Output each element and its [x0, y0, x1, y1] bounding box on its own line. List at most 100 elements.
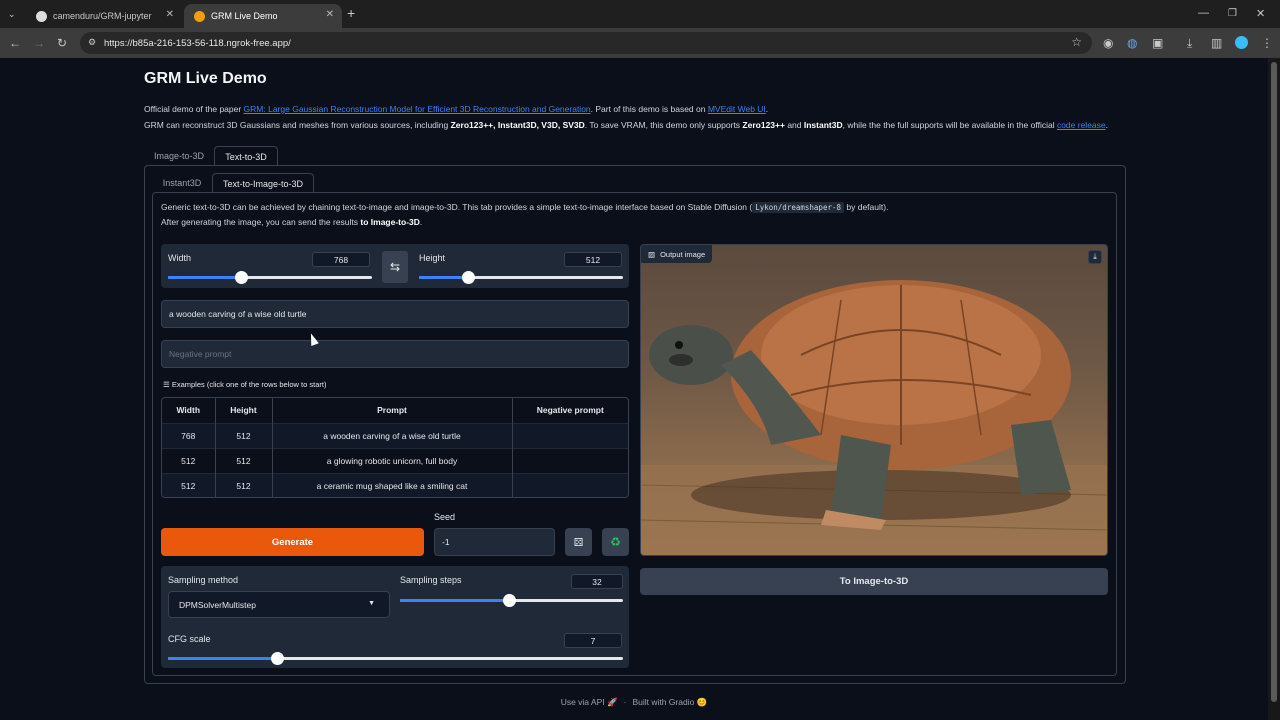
info-text: by default). [844, 202, 889, 212]
cfg-scale-slider[interactable] [168, 652, 623, 665]
table-cell: a wooden carving of a wise old turtle [272, 423, 513, 448]
desc-text: GRM can reconstruct 3D Gaussians and mes… [144, 120, 451, 130]
browser-tab-bar: ⌄ camenduru/GRM-jupyter ✕ GRM Live Demo … [0, 0, 1280, 28]
height-label: Height [419, 253, 446, 263]
table-row[interactable]: 768 512 a wooden carving of a wise old t… [162, 423, 628, 448]
examples-header-row: Width Height Prompt Negative prompt [162, 398, 628, 423]
scrollbar[interactable] [1268, 58, 1280, 720]
sidepanel-icon[interactable]: ▥ [1211, 37, 1222, 49]
table-cell: 512 [215, 473, 273, 497]
column-header: Height [215, 398, 273, 423]
tab-text-to-image-to-3d[interactable]: Text-to-Image-to-3D [212, 173, 314, 193]
seed-input[interactable]: -1 [434, 528, 555, 556]
height-slider-handle[interactable] [461, 271, 475, 284]
reload-icon[interactable]: ↻ [57, 37, 67, 49]
generate-button[interactable]: Generate [161, 528, 424, 556]
info-bold: to Image-to-3D [360, 217, 420, 227]
random-seed-button[interactable]: ⚄ [565, 528, 592, 556]
paper-link[interactable]: GRM: Large Gaussian Reconstruction Model… [244, 104, 591, 114]
new-tab-icon[interactable]: + [347, 6, 355, 20]
table-row[interactable]: 512 512 a glowing robotic unicorn, full … [162, 448, 628, 473]
table-cell: 768 [162, 423, 216, 448]
desc-bold: Instant3D [803, 120, 843, 130]
output-image-label: ▨ Output image [641, 245, 713, 263]
output-label-text: Output image [660, 249, 706, 259]
width-label: Width [168, 253, 192, 263]
site-info-icon[interactable]: ⚙ [88, 37, 96, 48]
table-cell: 512 [162, 473, 216, 497]
height-number-input[interactable]: 512 [564, 252, 622, 267]
rocket-icon: 🚀 [607, 697, 618, 707]
bookmark-star-icon[interactable]: ☆ [1071, 35, 1082, 49]
url-field[interactable]: ⚙ https://b85a-216-153-56-118.ngrok-free… [80, 32, 1092, 54]
width-slider[interactable] [168, 271, 372, 284]
close-tab-icon[interactable]: ✕ [326, 9, 334, 20]
cfg-scale-input[interactable]: 7 [564, 633, 622, 648]
model-code: Lykon/dreamshaper-8 [752, 202, 845, 213]
sampling-method-value: DPMSolverMultistep [179, 599, 256, 610]
scrollbar-thumb[interactable] [1271, 62, 1277, 702]
table-row[interactable]: 512 512 a ceramic mug shaped like a smil… [162, 473, 628, 497]
tab-image-to-3d[interactable]: Image-to-3D [146, 146, 212, 166]
to-image-to-3d-button[interactable]: To Image-to-3D [640, 568, 1108, 595]
tab-search-icon[interactable]: ⌄ [8, 8, 16, 20]
url-text: https://b85a-216-153-56-118.ngrok-free.a… [104, 37, 291, 49]
swap-button[interactable]: ⇆ [382, 251, 408, 283]
height-slider-fill [419, 276, 468, 279]
sampling-method-label: Sampling method [168, 575, 239, 585]
desc-text: Official demo of the paper [144, 104, 244, 114]
page-title: GRM Live Demo [144, 70, 267, 87]
sampling-method-select[interactable]: DPMSolverMultistep ▼ [168, 591, 390, 618]
browser-tab-title: camenduru/GRM-jupyter [53, 11, 152, 21]
mvedit-link[interactable]: MVEdit Web UI [708, 104, 766, 114]
column-header: Prompt [272, 398, 513, 423]
examples-label: Examples (click one of the rows below to… [171, 380, 327, 389]
close-tab-icon[interactable]: ✕ [166, 9, 174, 20]
extensions-puzzle-icon[interactable]: ▣ [1152, 37, 1163, 49]
tab-instant3d[interactable]: Instant3D [154, 173, 210, 193]
table-cell: 512 [215, 423, 273, 448]
forward-icon[interactable]: → [33, 37, 45, 49]
restore-icon[interactable]: ❐ [1228, 8, 1237, 20]
dice-icon: ⚄ [573, 536, 584, 549]
reuse-seed-button[interactable]: ♻ [602, 528, 629, 556]
sampling-steps-slider[interactable] [400, 594, 623, 607]
table-cell: 512 [215, 448, 273, 473]
negative-prompt-input[interactable]: Negative prompt [161, 340, 629, 368]
image-icon: ▨ [648, 249, 656, 259]
github-icon [36, 10, 47, 22]
minimize-icon[interactable]: — [1198, 7, 1209, 19]
api-text: Use via API [560, 697, 605, 707]
description-line-1: Official demo of the paper GRM: Large Ga… [144, 104, 768, 114]
height-slider[interactable] [419, 271, 623, 284]
code-release-link[interactable]: code release [1057, 120, 1106, 130]
prompt-input[interactable]: a wooden carving of a wise old turtle [161, 300, 629, 328]
sampling-steps-input[interactable]: 32 [571, 574, 623, 589]
browser-tab-github[interactable]: camenduru/GRM-jupyter ✕ [26, 4, 182, 28]
sampling-steps-label: Sampling steps [400, 575, 462, 585]
info-line-2: After generating the image, you can send… [161, 217, 422, 227]
extension-icon[interactable]: ◉ [1103, 37, 1113, 49]
download-image-button[interactable]: ⤓ [1088, 250, 1102, 264]
use-via-api-link[interactable]: Use via API 🚀 [561, 697, 618, 708]
turtle-image [641, 280, 1107, 555]
desc-bold: Zero123++, Instant3D, V3D, SV3D [450, 120, 585, 130]
back-icon[interactable]: ← [9, 37, 21, 49]
browser-tab-grm[interactable]: GRM Live Demo ✕ [184, 4, 342, 28]
gradio-icon [194, 10, 205, 22]
desc-text: . [1105, 120, 1108, 130]
table-cell [512, 473, 628, 497]
cfg-scale-label: CFG scale [168, 634, 211, 644]
tab-text-to-3d[interactable]: Text-to-3D [214, 146, 278, 166]
media-icon[interactable]: ◍ [1127, 37, 1137, 49]
profile-avatar-icon[interactable] [1235, 36, 1248, 49]
column-header: Negative prompt [536, 405, 604, 416]
close-window-icon[interactable]: ✕ [1256, 8, 1265, 20]
download-icon[interactable]: ⤓ [1187, 37, 1192, 49]
table-cell [512, 423, 628, 448]
download-icon: ⤓ [1093, 252, 1097, 261]
width-number-input[interactable]: 768 [312, 252, 370, 267]
built-with-gradio-link[interactable]: Built with Gradio 😊 [632, 697, 707, 708]
examples-table: Width Height Prompt Negative prompt 768 … [162, 398, 628, 497]
menu-icon[interactable]: ⋮ [1261, 37, 1273, 49]
